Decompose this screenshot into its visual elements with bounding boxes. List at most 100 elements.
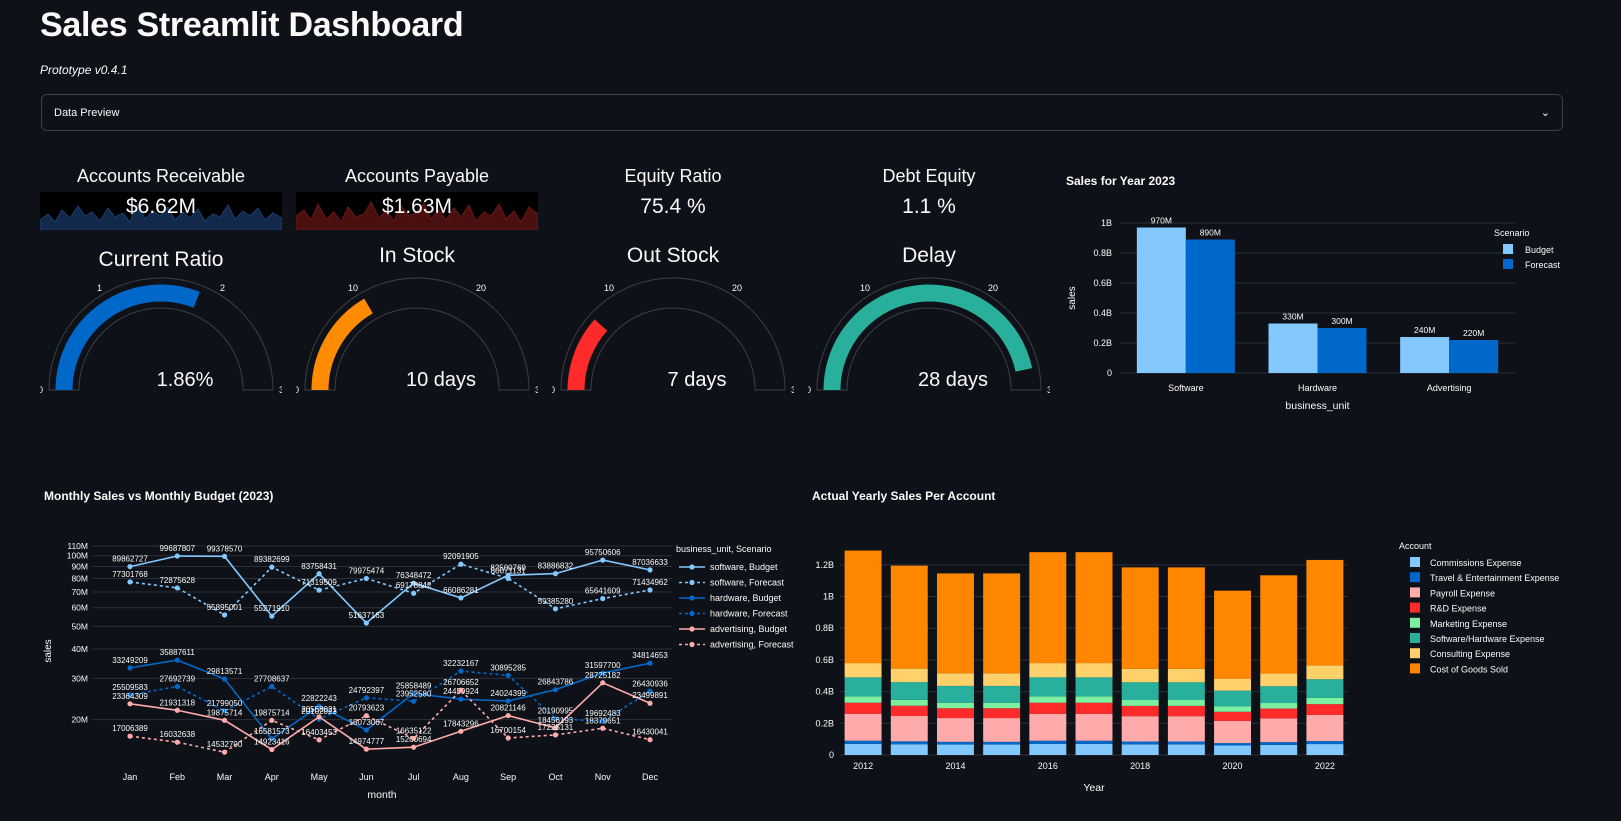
point-data-label: 31597700 <box>585 661 621 670</box>
point-data-label: 34814653 <box>632 651 668 660</box>
point-data-label: 16700154 <box>490 726 526 735</box>
data-point <box>411 744 417 750</box>
legend-marker[interactable] <box>689 595 695 601</box>
legend-label[interactable]: advertising, Forecast <box>710 640 794 650</box>
gauge-tick-label: 0 <box>552 385 555 395</box>
legend-title: Account <box>1399 541 1432 551</box>
legend-label[interactable]: software, Forecast <box>710 578 785 588</box>
y-tick-label: 0.8B <box>815 623 834 633</box>
point-data-label: 71319509 <box>301 578 337 587</box>
data-point <box>127 665 133 671</box>
point-data-label: 16032638 <box>159 730 195 739</box>
data-point <box>411 590 417 596</box>
legend-swatch[interactable] <box>1503 259 1513 269</box>
stack-segment <box>844 743 882 755</box>
point-data-label: 28725182 <box>585 671 621 680</box>
stack-segment <box>1167 682 1205 701</box>
data-point <box>458 687 464 693</box>
point-data-label: 89382699 <box>254 555 290 564</box>
legend-label[interactable]: hardware, Budget <box>710 593 782 603</box>
legend-swatch[interactable] <box>1503 244 1513 254</box>
data-point <box>269 746 275 753</box>
stack-segment <box>1306 741 1344 745</box>
gauge-tick-label: 20 <box>988 283 998 293</box>
legend-marker[interactable] <box>689 626 695 632</box>
x-tick-label: Jan <box>123 772 138 782</box>
gauge-tick-label: 30 <box>791 385 794 395</box>
legend-swatch[interactable] <box>1410 617 1420 628</box>
stack-segment <box>844 702 882 714</box>
x-tick-label: Nov <box>595 772 612 782</box>
gauge-tick-label: 0 <box>296 385 299 395</box>
gauge-dial: 0 10 20 30 7 days <box>552 277 794 395</box>
stack-segment <box>1306 744 1344 755</box>
legend-label[interactable]: Marketing Expense <box>1430 619 1507 629</box>
legend-marker[interactable] <box>689 641 695 648</box>
legend-label[interactable]: software, Budget <box>710 562 778 572</box>
point-data-label: 18379651 <box>585 716 621 725</box>
y-tick-label: 0.4B <box>815 687 834 697</box>
data-preview-expander[interactable]: Data Preview ⌄ <box>41 94 1563 131</box>
point-data-label: 92091905 <box>443 552 479 561</box>
legend-label[interactable]: Payroll Expense <box>1430 588 1495 598</box>
stack-segment <box>936 673 974 686</box>
legend-swatch[interactable] <box>1410 633 1420 643</box>
data-point <box>552 571 559 577</box>
legend-swatch[interactable] <box>1410 648 1420 659</box>
point-data-label: 14923416 <box>254 737 290 746</box>
data-point <box>363 727 369 733</box>
stack-segment <box>1029 702 1067 714</box>
kpi-label: Accounts Payable <box>344 166 490 186</box>
legend-label[interactable]: hardware, Forecast <box>710 609 788 619</box>
point-data-label: 27692739 <box>159 675 195 684</box>
point-data-label: 25509583 <box>112 683 148 692</box>
legend-label[interactable]: advertising, Budget <box>710 624 788 634</box>
data-point <box>458 696 464 702</box>
legend-label[interactable]: R&D Expense <box>1430 604 1487 614</box>
stack-segment <box>844 696 882 703</box>
data-point <box>363 695 369 701</box>
gauge-tick-label: 0 <box>808 385 811 395</box>
stack-segment <box>1214 743 1252 746</box>
stack-segment <box>1214 745 1252 755</box>
legend-label[interactable]: Software/Hardware Expense <box>1430 634 1545 644</box>
data-point <box>411 735 417 742</box>
stack-segment <box>936 744 974 755</box>
legend-swatch[interactable] <box>1410 572 1420 583</box>
legend-swatch[interactable] <box>1410 587 1420 598</box>
gauge-tick-label: 20 <box>732 283 742 293</box>
stack-segment <box>936 708 974 719</box>
legend-swatch[interactable] <box>1410 663 1420 674</box>
legend-label[interactable]: Forecast <box>1525 260 1561 270</box>
legend-label[interactable]: Consulting Expense <box>1430 649 1510 659</box>
legend-label[interactable]: Cost of Goods Sold <box>1430 664 1508 674</box>
data-point <box>221 717 228 723</box>
legend-label[interactable]: Commissions Expense <box>1430 558 1522 568</box>
legend-title: business_unit, Scenario <box>676 544 772 554</box>
point-data-label: 23364309 <box>112 692 148 701</box>
legend-title: Scenario <box>1494 228 1530 238</box>
y-tick-label: 50M <box>71 621 88 631</box>
y-tick-label: 100M <box>67 551 88 561</box>
stack-segment <box>1167 700 1205 706</box>
stack-segment <box>890 699 928 706</box>
legend-marker[interactable] <box>689 610 695 617</box>
gauge-value-text: 7 days <box>668 369 727 391</box>
point-data-label: 14974777 <box>349 737 385 746</box>
point-data-label: 14532700 <box>207 740 243 749</box>
gauge-tick-label: 10 <box>348 283 358 293</box>
legend-label[interactable]: Travel & Entertainment Expense <box>1430 573 1559 583</box>
point-data-label: 35887611 <box>160 648 196 657</box>
stack-segment <box>983 573 1021 674</box>
legend-marker[interactable] <box>689 564 695 570</box>
point-data-label: 19875714 <box>207 708 243 717</box>
point-data-label: 79975474 <box>349 566 385 575</box>
legend-swatch[interactable] <box>1410 557 1420 567</box>
stack-segment <box>890 741 928 745</box>
gauge-tick-label: 30 <box>535 385 538 395</box>
legend-label[interactable]: Budget <box>1525 245 1554 255</box>
legend-swatch[interactable] <box>1410 602 1420 613</box>
gauge-tick-label: 0 <box>40 385 43 395</box>
legend-marker[interactable] <box>689 579 695 586</box>
x-tick-label: Oct <box>548 772 563 782</box>
